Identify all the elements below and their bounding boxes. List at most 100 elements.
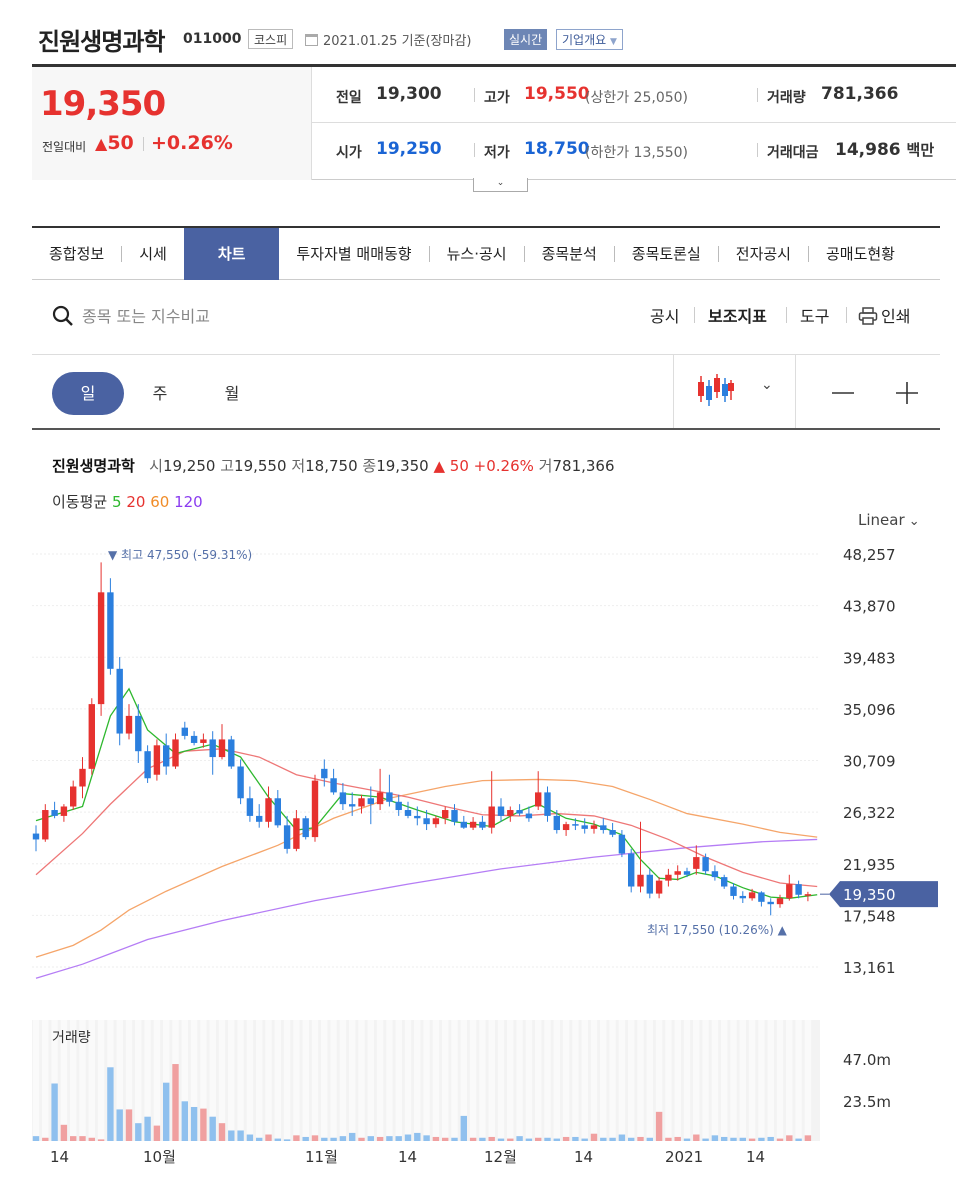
- amount-label: 거래대금: [767, 145, 819, 161]
- tab-short-selling[interactable]: 공매도현황: [809, 228, 912, 280]
- volume-bar: [358, 1137, 365, 1141]
- tab-chart[interactable]: 차트: [183, 227, 280, 280]
- candle-body: [181, 727, 188, 736]
- volume-column-bg: [525, 1020, 533, 1141]
- volume-bar: [125, 1109, 133, 1141]
- summary-volume-label: 거: [538, 457, 553, 475]
- disclosure-button[interactable]: 공시: [650, 303, 679, 327]
- summary-name: 진원생명과학: [52, 457, 135, 475]
- tab-disclosure[interactable]: 전자공시: [719, 228, 808, 280]
- tab-news[interactable]: 뉴스·공시: [430, 228, 524, 280]
- volume-bar: [144, 1116, 151, 1141]
- chart-type-selector[interactable]: ⌄: [695, 372, 773, 412]
- scale-label: Linear: [858, 511, 905, 529]
- volume-bar: [442, 1137, 449, 1141]
- volume-column-bg: [516, 1020, 523, 1141]
- volume-value: 781,366: [821, 84, 899, 104]
- candle-body: [795, 884, 802, 895]
- tab-analysis[interactable]: 종목분석: [525, 228, 614, 280]
- period-weekly[interactable]: 주: [124, 372, 196, 415]
- amount-unit: 백만: [906, 141, 935, 159]
- candle-body: [321, 768, 328, 779]
- volume-bar: [665, 1137, 672, 1141]
- tools-button[interactable]: 도구: [800, 303, 829, 327]
- zoom-in-button[interactable]: [895, 381, 919, 409]
- volume-bar: [339, 1136, 347, 1141]
- volume-bar: [386, 1136, 393, 1141]
- volume-column-bg: [414, 1020, 421, 1141]
- volume-column-bg: [376, 1020, 384, 1141]
- indicator-button[interactable]: 보조지표: [708, 303, 767, 327]
- company-overview-dropdown[interactable]: 기업개요 ▼: [556, 29, 623, 50]
- candle-body: [507, 810, 514, 816]
- compare-search[interactable]: 종목 또는 지수비교: [52, 303, 210, 327]
- candle-body: [590, 825, 598, 829]
- volume-column-bg: [488, 1020, 495, 1141]
- volume-column-bg: [637, 1020, 644, 1141]
- volume-tick-label: 23.5m: [843, 1093, 891, 1111]
- tab-price[interactable]: 시세: [122, 228, 184, 280]
- volume-bar: [637, 1136, 644, 1141]
- volume-bar: [739, 1137, 746, 1141]
- volume-column-bg: [330, 1020, 337, 1141]
- volume-bar: [218, 1123, 226, 1141]
- candle-body: [581, 825, 588, 829]
- min-price-note: 최저 17,550 (10.26%) ▲: [647, 923, 788, 937]
- candle-body: [386, 792, 393, 802]
- volume-bar: [311, 1135, 319, 1141]
- y-tick-label: 17,548: [843, 907, 896, 925]
- volume-column-bg: [97, 1020, 105, 1141]
- summary-low: 18,750: [305, 457, 358, 475]
- summary-change: ▲ 50 +0.26%: [433, 457, 534, 475]
- candle-body: [414, 815, 421, 819]
- change-amount: 50: [107, 132, 134, 154]
- scale-selector[interactable]: Linear ⌄: [858, 511, 920, 529]
- volume-column-bg: [804, 1020, 812, 1141]
- expand-toggle[interactable]: ⌄: [473, 178, 528, 192]
- tab-summary[interactable]: 종합정보: [32, 228, 121, 280]
- volume-column-bg: [153, 1020, 161, 1141]
- search-placeholder: 종목 또는 지수비교: [82, 307, 210, 326]
- amount-number: 14,986: [835, 140, 901, 160]
- ma5-line: [35, 687, 818, 899]
- tab-investor[interactable]: 투자자별 매매동향: [279, 228, 428, 280]
- candle-body: [153, 745, 161, 775]
- candle-body: [553, 815, 560, 831]
- volume-bar: [600, 1137, 607, 1141]
- candle-body: [469, 821, 477, 828]
- volume-tick-label: 47.0m: [843, 1051, 891, 1069]
- period-monthly[interactable]: 월: [196, 372, 268, 415]
- x-tick-label: 14: [398, 1148, 417, 1166]
- volume-label: 거래량: [767, 90, 806, 106]
- volume-bar: [42, 1137, 49, 1141]
- volume-bar: [190, 1106, 198, 1141]
- volume-bar: [758, 1137, 765, 1141]
- volume-column-bg: [246, 1020, 254, 1141]
- lower-limit: (하한가 13,550): [585, 145, 689, 161]
- volume-column-bg: [748, 1020, 756, 1141]
- period-daily[interactable]: 일: [52, 372, 124, 415]
- volume-bar: [32, 1136, 40, 1141]
- realtime-button[interactable]: 실시간: [504, 29, 548, 50]
- volume-bar: [795, 1138, 802, 1141]
- volume-column-bg: [404, 1020, 412, 1141]
- volume-bar: [655, 1111, 663, 1141]
- company-overview-label: 기업개요: [562, 33, 607, 47]
- volume-bar: [497, 1138, 505, 1141]
- volume-bar: [265, 1134, 272, 1141]
- candle-body: [274, 798, 281, 826]
- volume-bar: [153, 1125, 161, 1141]
- volume-bar: [674, 1136, 681, 1141]
- moving-average-legend: 이동평균 5 20 60 120: [52, 491, 203, 512]
- stock-name: 진원생명과학: [38, 28, 165, 56]
- date-label: 2021.01.25 기준(장마감): [305, 30, 472, 49]
- volume-bar: [395, 1136, 402, 1141]
- stock-code: 011000: [183, 31, 242, 47]
- volume-bar: [135, 1123, 142, 1141]
- price-chart[interactable]: 48,257 43,870 39,483 35,096 30,709 26,322 21,9…: [0, 530, 956, 1170]
- print-button[interactable]: 인쇄: [858, 303, 910, 327]
- zoom-out-button[interactable]: [831, 381, 855, 409]
- tab-discussion[interactable]: 종목토론실: [615, 228, 718, 280]
- candle-body: [721, 877, 728, 887]
- candle-body: [349, 804, 356, 807]
